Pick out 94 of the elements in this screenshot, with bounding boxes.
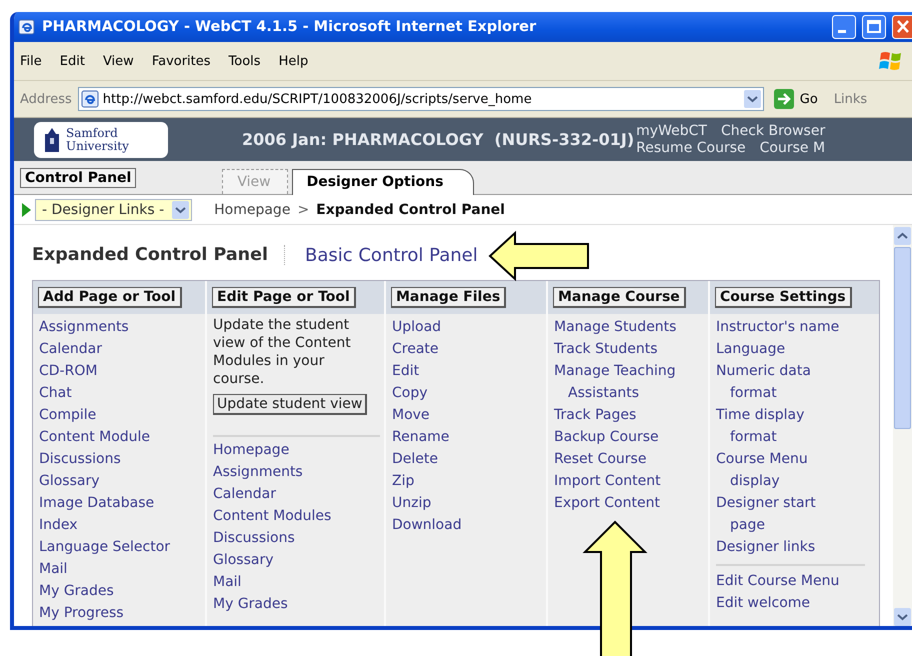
go-button[interactable]: Go: [770, 89, 828, 109]
menu-item[interactable]: View: [102, 54, 134, 68]
header-link[interactable]: Course M: [760, 140, 826, 156]
breadcrumb-separator: >: [296, 202, 310, 218]
panel-link[interactable]: My Grades: [39, 580, 114, 602]
basic-control-panel-link[interactable]: Basic Control Panel: [284, 244, 478, 266]
menu-item[interactable]: Tools: [228, 54, 261, 68]
panel-link[interactable]: Numeric data format: [716, 360, 844, 404]
column-heading: Manage Course: [553, 287, 686, 308]
panel-link[interactable]: Edit Course Menu: [716, 570, 840, 592]
header-link[interactable]: Resume Course: [636, 140, 746, 156]
column-heading: Course Settings: [715, 287, 852, 308]
panel-link[interactable]: Backup Course: [554, 426, 659, 448]
column-heading: Edit Page or Tool: [212, 287, 356, 308]
panel-link[interactable]: Edit welcome: [716, 592, 810, 614]
panel-link[interactable]: Chat: [39, 382, 72, 404]
column-heading: Add Page or Tool: [38, 287, 182, 308]
panel-link[interactable]: Image Database: [39, 492, 154, 514]
panel-link[interactable]: Calendar: [39, 338, 102, 360]
breadcrumb-link[interactable]: Homepage: [214, 202, 290, 218]
panel-link[interactable]: Export Content: [554, 492, 660, 514]
address-label: Address: [20, 92, 72, 106]
panel-link[interactable]: Glossary: [39, 470, 100, 492]
course-title: 2006 Jan: PHARMACOLOGY (NURS-332-01J): [242, 130, 634, 149]
column-heading: Manage Files: [391, 287, 506, 308]
close-icon[interactable]: [892, 15, 912, 39]
panel-link[interactable]: Move: [392, 404, 430, 426]
menu-item[interactable]: File: [20, 54, 42, 68]
window-title: PHARMACOLOGY - WebCT 4.1.5 - Microsoft Internet Explorer: [42, 19, 536, 35]
panel-link[interactable]: Reset Course: [554, 448, 646, 470]
panel-link[interactable]: Assignments: [213, 461, 303, 483]
panel-link[interactable]: CD-ROM: [39, 360, 98, 382]
tower-icon: [44, 128, 60, 152]
panel-link[interactable]: Manage Teaching Assistants: [554, 360, 682, 404]
panel-title: Expanded Control Panel: [32, 245, 285, 265]
scrollbar[interactable]: [893, 225, 912, 626]
panel-link[interactable]: Homepage: [213, 439, 290, 461]
panel-link[interactable]: Create: [392, 338, 439, 360]
panel-link[interactable]: Track Students: [554, 338, 658, 360]
panel-link[interactable]: Time display format: [716, 404, 844, 448]
panel-link[interactable]: Manage Students: [554, 316, 676, 338]
menu-item[interactable]: Favorites: [152, 54, 211, 68]
links-label[interactable]: Links: [834, 92, 868, 106]
panel-link[interactable]: Upload: [392, 316, 442, 338]
windows-flag-icon: [878, 49, 904, 73]
scroll-down-icon[interactable]: [894, 608, 911, 626]
browser-icon: [18, 18, 36, 36]
minimize-icon[interactable]: [832, 15, 856, 39]
panel-link[interactable]: Calendar: [213, 483, 276, 505]
panel-link[interactable]: Download: [392, 514, 462, 536]
header-link[interactable]: myWebCT: [636, 122, 707, 140]
menu-item[interactable]: Help: [278, 54, 308, 68]
panel-link[interactable]: Course Menu display: [716, 448, 844, 492]
logo-text: University: [66, 140, 129, 152]
panel-link[interactable]: Mail: [39, 558, 68, 580]
header-link[interactable]: Check Browser: [720, 122, 826, 140]
panel-link[interactable]: Designer links: [716, 536, 816, 558]
panel-link[interactable]: Copy: [392, 382, 428, 404]
page-icon: [80, 90, 99, 108]
panel-link[interactable]: Assignments: [39, 316, 129, 338]
breadcrumb-current: Expanded Control Panel: [316, 202, 505, 218]
panel-link[interactable]: Discussions: [213, 527, 295, 549]
tab[interactable]: Designer Options: [292, 169, 474, 195]
panel-link[interactable]: Mail: [213, 571, 242, 593]
panel-link[interactable]: Import Content: [554, 470, 661, 492]
panel-link[interactable]: My Progress: [39, 602, 124, 624]
panel-link[interactable]: Track Pages: [554, 404, 636, 426]
panel-link[interactable]: Index: [39, 514, 78, 536]
panel-link[interactable]: Content Module: [39, 426, 150, 448]
panel-link[interactable]: Glossary: [213, 549, 274, 571]
scroll-thumb[interactable]: [894, 247, 911, 429]
menu-item[interactable]: Edit: [60, 54, 85, 68]
panel-link[interactable]: Instructor's name: [716, 316, 840, 338]
control-panel-button[interactable]: Control Panel: [20, 168, 136, 188]
scroll-up-icon[interactable]: [894, 227, 911, 245]
panel-link[interactable]: Unzip: [392, 492, 432, 514]
logo-text: Samford: [66, 126, 119, 140]
panel-link[interactable]: Language: [716, 338, 786, 360]
panel-link[interactable]: Delete: [392, 448, 438, 470]
panel-link[interactable]: Discussions: [39, 448, 121, 470]
panel-link[interactable]: Compile: [39, 404, 96, 426]
update-student-view-button[interactable]: Update student view: [213, 394, 368, 415]
panel-link[interactable]: Zip: [392, 470, 414, 492]
intro-text: Update the student view of the Content Modules in your course.: [213, 316, 352, 388]
panel-link[interactable]: Language Selector: [39, 536, 170, 558]
play-icon: [22, 202, 31, 216]
panel-link[interactable]: My Grades: [213, 593, 288, 615]
designer-links-dropdown[interactable]: - Designer Links -: [35, 198, 192, 220]
panel-link[interactable]: Edit: [392, 360, 420, 382]
maximize-icon[interactable]: [862, 15, 886, 39]
panel-link[interactable]: Rename: [392, 426, 450, 448]
panel-link[interactable]: Designer start page: [716, 492, 844, 536]
address-field[interactable]: http://webct.samford.edu/SCRIPT/100832006J/scripts/serve_home: [78, 87, 764, 111]
panel-link[interactable]: Content Modules: [213, 505, 332, 527]
